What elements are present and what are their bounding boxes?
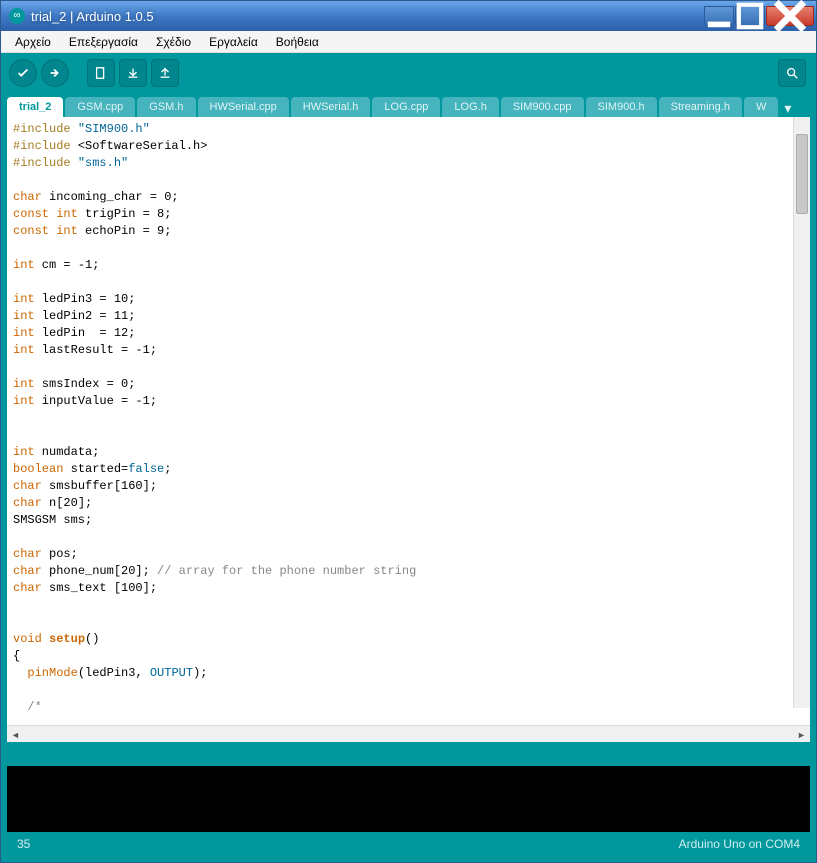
app-window: trial_2 | Arduino 1.0.5 ΑρχείοΕπεξεργασί… [0, 0, 817, 863]
new-button[interactable] [87, 59, 115, 87]
scroll-left-icon[interactable]: ◄ [7, 726, 24, 743]
tab[interactable]: trial_2 [7, 97, 63, 117]
tab[interactable]: GSM.h [137, 97, 195, 117]
editor-scroll[interactable]: #include "SIM900.h"#include <SoftwareSer… [7, 117, 810, 725]
status-line-number: 35 [17, 837, 679, 851]
window-title: trial_2 | Arduino 1.0.5 [31, 9, 704, 24]
scrollbar-thumb[interactable] [796, 134, 808, 214]
toolbar [1, 53, 816, 93]
status-board: Arduino Uno on COM4 [679, 837, 800, 851]
menu-item[interactable]: Σχέδιο [148, 33, 199, 51]
tabbar: trial_2GSM.cppGSM.hHWSerial.cppHWSerial.… [1, 93, 816, 117]
tab[interactable]: SIM900.cpp [501, 97, 584, 117]
menu-item[interactable]: Εργαλεία [201, 33, 266, 51]
tab[interactable]: LOG.h [442, 97, 498, 117]
maximize-button[interactable] [735, 6, 765, 26]
scroll-right-icon[interactable]: ► [793, 726, 810, 743]
editor-area: #include "SIM900.h"#include <SoftwareSer… [1, 117, 816, 862]
serial-monitor-button[interactable] [778, 59, 806, 87]
tab[interactable]: HWSerial.h [291, 97, 371, 117]
titlebar[interactable]: trial_2 | Arduino 1.0.5 [1, 1, 816, 31]
tab[interactable]: HWSerial.cpp [198, 97, 289, 117]
tab[interactable]: Streaming.h [659, 97, 742, 117]
tab[interactable]: SIM900.h [586, 97, 657, 117]
console-output[interactable] [7, 766, 810, 832]
vertical-scrollbar[interactable] [793, 117, 810, 708]
menu-item[interactable]: Επεξεργασία [61, 33, 146, 51]
menubar: ΑρχείοΕπεξεργασίαΣχέδιοΕργαλείαΒοήθεια [1, 31, 816, 53]
tab[interactable]: GSM.cpp [65, 97, 135, 117]
statusbar: 35 Arduino Uno on COM4 [7, 832, 810, 856]
verify-button[interactable] [9, 59, 37, 87]
tab[interactable]: LOG.cpp [372, 97, 440, 117]
tab[interactable]: W [744, 97, 778, 117]
open-button[interactable] [119, 59, 147, 87]
minimize-button[interactable] [704, 6, 734, 26]
upload-button[interactable] [41, 59, 69, 87]
window-controls [704, 6, 814, 26]
code-editor[interactable]: #include "SIM900.h"#include <SoftwareSer… [7, 117, 810, 720]
horizontal-scrollbar[interactable]: ◄ ► [7, 725, 810, 742]
app-icon [9, 8, 25, 24]
menu-item[interactable]: Αρχείο [7, 33, 59, 51]
close-button[interactable] [766, 6, 814, 26]
menu-item[interactable]: Βοήθεια [268, 33, 327, 51]
save-button[interactable] [151, 59, 179, 87]
message-bar [7, 742, 810, 766]
tab-overflow-icon[interactable]: ▾ [780, 100, 795, 117]
